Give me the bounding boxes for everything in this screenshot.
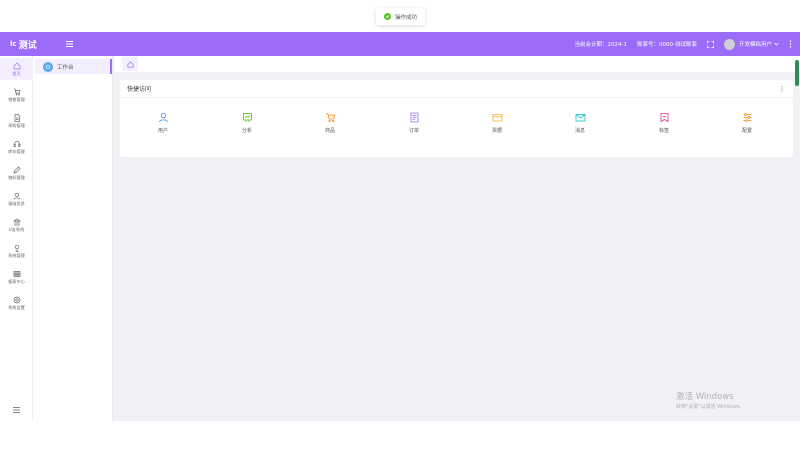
user-name: 开发模拟用户 bbox=[738, 42, 772, 48]
toast-message: 操作成功 bbox=[395, 14, 418, 21]
user-icon bbox=[158, 112, 168, 123]
quick-item-messages[interactable]: 消息 bbox=[560, 112, 600, 142]
quick-item-label: 分析 bbox=[241, 128, 252, 134]
sidebar-item-label: U友系统 bbox=[8, 226, 25, 232]
sidebar-item-purchase[interactable]: 采购管理 bbox=[0, 110, 33, 132]
quick-item-orders[interactable]: 订单 bbox=[394, 112, 434, 142]
submenu-item-workbench[interactable]: 工作台 bbox=[35, 59, 112, 74]
pin-icon bbox=[14, 244, 19, 252]
check-circle-icon bbox=[384, 13, 391, 20]
app-title: 测试 bbox=[18, 40, 37, 51]
submenu-panel: 工作台 bbox=[33, 56, 113, 421]
mail-icon bbox=[575, 114, 585, 122]
user-menu[interactable]: 开发模拟用户 bbox=[723, 38, 779, 50]
quick-item-tags[interactable]: 标签 bbox=[644, 112, 684, 142]
accounting-period[interactable]: 当前会计期：2024-1 bbox=[575, 40, 627, 48]
quick-item-goods[interactable]: 商品 bbox=[310, 112, 350, 142]
more-vertical-icon[interactable] bbox=[789, 40, 792, 48]
logo-image: lc bbox=[10, 40, 17, 48]
sidebar-item-label: 系统管理 bbox=[8, 252, 25, 258]
app-window: lc 测试 当前会计期：2024-1 账套号：0000-测试账套 开发模拟用户 bbox=[0, 32, 800, 421]
quick-item-label: 消息 bbox=[574, 128, 585, 134]
sidebar-item-label: 系统设置 bbox=[8, 304, 25, 310]
sidebar-item-label: 首页 bbox=[12, 70, 21, 76]
sidebar-item-inventory[interactable]: 库存管理 bbox=[0, 136, 33, 158]
menu-toggle-icon[interactable] bbox=[64, 39, 74, 49]
bank-icon bbox=[12, 218, 21, 225]
avatar bbox=[723, 38, 735, 50]
user-icon bbox=[13, 192, 20, 199]
settings-icon bbox=[743, 113, 751, 122]
document-icon bbox=[14, 113, 20, 122]
windows-activation-watermark: 激活 Windows 转到"设置"以激活 Windows。 bbox=[676, 390, 745, 410]
quick-item-label: 商品 bbox=[324, 128, 335, 134]
sidebar-item-system-mgmt[interactable]: 系统管理 bbox=[0, 240, 33, 262]
tab-bar bbox=[114, 56, 800, 72]
quick-item-analysis[interactable]: 分析 bbox=[227, 112, 267, 142]
sidebar-item-sales[interactable]: 销售管理 bbox=[0, 84, 33, 106]
order-icon bbox=[410, 112, 418, 123]
header-right: 当前会计期：2024-1 账套号：0000-测试账套 开发模拟用户 bbox=[575, 32, 792, 56]
sidebar-item-basic-info[interactable]: 基础信息 bbox=[0, 188, 33, 210]
submenu-item-label: 工作台 bbox=[57, 64, 74, 71]
cart-icon bbox=[325, 113, 335, 123]
pen-icon bbox=[13, 166, 20, 173]
table-icon bbox=[13, 270, 20, 277]
sidebar-item-reports[interactable]: 报表中心 bbox=[0, 266, 33, 288]
sidebar-item-label: 销售管理 bbox=[8, 96, 25, 102]
quick-item-label: 配置 bbox=[741, 128, 752, 134]
top-header: lc 测试 当前会计期：2024-1 账套号：0000-测试账套 开发模拟用户 bbox=[0, 32, 800, 56]
home-icon bbox=[127, 60, 133, 67]
sidebar-item-settings[interactable]: 系统设置 bbox=[0, 292, 33, 314]
quick-item-bills[interactable]: 票据 bbox=[477, 112, 517, 142]
watermark-subtitle: 转到"设置"以激活 Windows。 bbox=[676, 404, 745, 410]
tag-icon bbox=[660, 113, 668, 123]
more-vertical-icon[interactable] bbox=[779, 84, 785, 94]
chevron-down-icon bbox=[774, 42, 779, 46]
sidebar-rail: 首页 销售管理 采购管理 库存管理 物料管理 基础信息 U友系统 系统管理 报表… bbox=[0, 56, 33, 421]
cart-icon bbox=[13, 88, 20, 95]
quick-item-label: 订单 bbox=[408, 128, 419, 134]
sidebar-item-label: 库存管理 bbox=[8, 148, 25, 154]
collapse-menu-icon[interactable] bbox=[10, 405, 22, 415]
sidebar-item-home[interactable]: 首页 bbox=[0, 58, 33, 80]
sidebar-item-material[interactable]: 物料管理 bbox=[0, 162, 33, 184]
quick-item-config[interactable]: 配置 bbox=[727, 112, 767, 142]
logo[interactable]: lc 测试 bbox=[10, 38, 60, 51]
quick-access-grid: 用户 分析 商品 订单 票据 消息 标签 配置 bbox=[120, 112, 793, 142]
account-set[interactable]: 账套号：0000-测试账套 bbox=[637, 40, 697, 48]
scrollbar-handle[interactable] bbox=[795, 60, 799, 86]
card-icon bbox=[492, 114, 502, 122]
sidebar-item-label: 基础信息 bbox=[8, 200, 25, 206]
workbench-icon bbox=[43, 61, 53, 72]
sidebar-item-label: 物料管理 bbox=[8, 174, 25, 180]
quick-item-label: 票据 bbox=[491, 128, 502, 134]
quick-access-card: 快捷访问 用户 分析 商品 订单 票据 消息 标签 配置 bbox=[120, 80, 793, 157]
quick-item-user[interactable]: 用户 bbox=[143, 112, 183, 142]
sidebar-item-u-system[interactable]: U友系统 bbox=[0, 214, 33, 236]
gear-icon bbox=[13, 296, 20, 303]
fullscreen-icon[interactable] bbox=[707, 40, 714, 48]
sidebar-item-label: 采购管理 bbox=[8, 122, 25, 128]
tab-home[interactable] bbox=[122, 57, 138, 71]
card-title: 快捷访问 bbox=[120, 80, 793, 98]
quick-item-label: 用户 bbox=[157, 128, 168, 134]
quick-item-label: 标签 bbox=[658, 128, 669, 134]
home-icon bbox=[13, 62, 20, 69]
success-toast: 操作成功 bbox=[376, 8, 426, 25]
headset-icon bbox=[13, 140, 20, 147]
sidebar-item-label: 报表中心 bbox=[8, 278, 25, 284]
chart-icon bbox=[242, 113, 252, 122]
watermark-title: 激活 Windows bbox=[676, 392, 734, 402]
